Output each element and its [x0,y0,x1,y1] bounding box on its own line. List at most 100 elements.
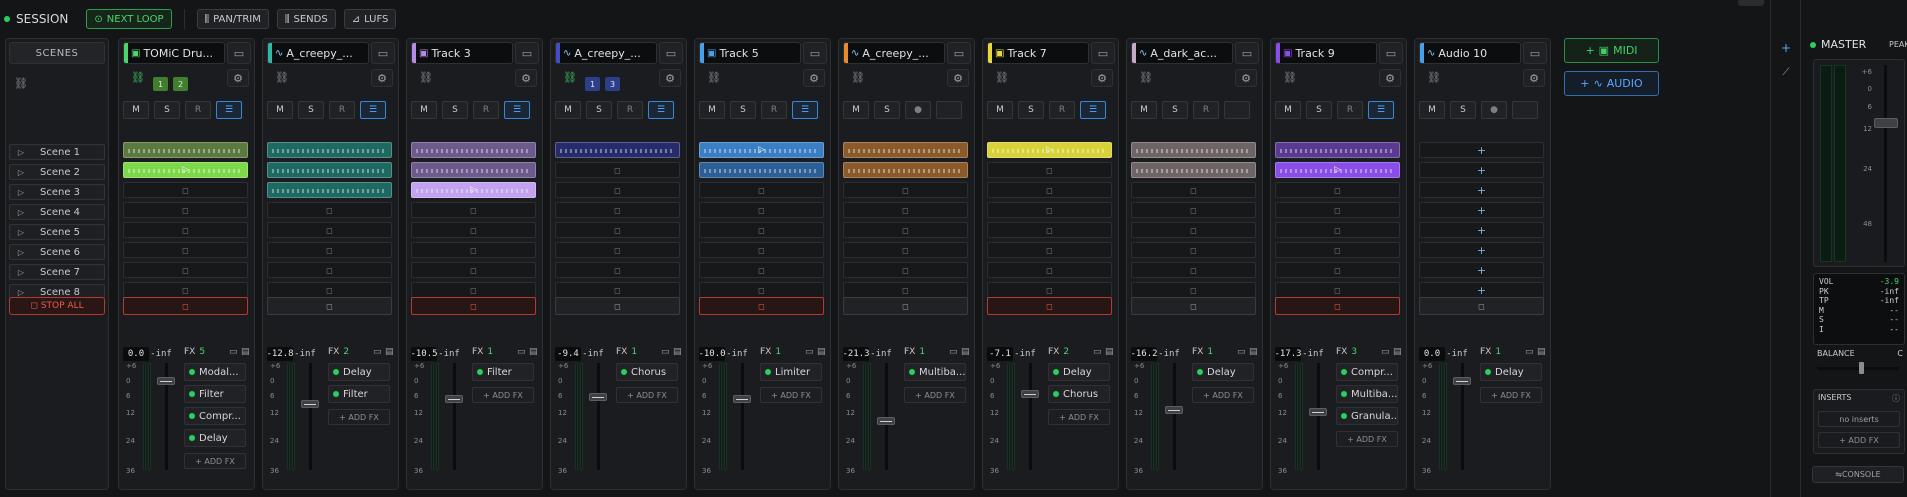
fx-active-dot[interactable] [333,369,339,375]
add-clip-icon[interactable]: + [1477,244,1486,257]
clip-slot-filled[interactable] [555,142,680,158]
play-triangle-icon[interactable]: ▷ [10,268,32,277]
solo-button[interactable]: S [442,101,468,119]
folder-icon[interactable]: ▭ [661,347,670,357]
clip-slot-empty[interactable]: ◻ [1131,262,1256,278]
fx-active-dot[interactable] [1053,391,1059,397]
add-midi-track-button[interactable]: + ▣ MIDI [1564,38,1659,63]
mute-button[interactable]: M [1131,101,1157,119]
track-stop-button[interactable]: ◻ [1275,297,1400,315]
clip-slot-empty[interactable]: ◻ [699,242,824,258]
clip-slot-empty[interactable]: ◻ [843,202,968,218]
record-arm-button[interactable]: R [1337,101,1363,119]
track-stop-button[interactable]: ◻ [555,297,680,315]
window-tab-handle[interactable] [1738,0,1764,6]
folder-icon[interactable]: ▭ [1237,347,1246,357]
clip-slot-empty[interactable]: ◻ [555,242,680,258]
volume-fader-knob[interactable] [301,400,319,409]
add-fx-button[interactable]: + ADD FX [1192,387,1254,403]
gear-icon[interactable]: ⚙ [1379,69,1401,87]
clip-slot-empty[interactable]: ◻ [555,282,680,298]
link-icon[interactable]: ⛓ [995,71,1009,84]
record-arm-button[interactable]: R [329,101,355,119]
add-audio-track-button[interactable]: + ∿ AUDIO [1564,71,1659,96]
clip-slot-empty[interactable]: ◻ [123,282,248,298]
clip-slot-empty[interactable]: ◻ [1131,282,1256,298]
solo-button[interactable]: S [1018,101,1044,119]
clip-slot-empty[interactable]: ◻ [987,242,1112,258]
play-icon[interactable]: ▷ [758,145,765,155]
track-stop-button[interactable]: ◻ [843,297,968,315]
volume-fader-knob[interactable] [445,395,463,404]
folder-icon[interactable]: ▭ [371,42,395,64]
track-header[interactable]: ▣ Track 9 [1275,42,1377,64]
clip-slot-empty[interactable]: ◻ [1131,202,1256,218]
clip-slot-filled[interactable] [411,142,536,158]
gear-icon[interactable]: ⚙ [371,69,393,87]
clip-slot-empty[interactable]: ◻ [267,282,392,298]
record-arm-button[interactable]: R [473,101,499,119]
fx-active-dot[interactable] [621,369,627,375]
clip-slot-empty[interactable]: ◻ [987,202,1112,218]
clip-slot-filled[interactable] [267,142,392,158]
folder-icon[interactable]: ▭ [1523,42,1547,64]
clip-slot-empty[interactable]: ◻ [843,262,968,278]
add-fx-button[interactable]: + ADD FX [1048,409,1110,425]
clip-slot-empty[interactable]: ◻ [843,242,968,258]
track-stop-button[interactable]: ◻ [123,297,248,315]
add-clip-icon[interactable]: + [1477,164,1486,177]
clip-slot-empty[interactable]: ◻ [699,282,824,298]
pan-trim-button[interactable]: ⫼ PAN/TRIM [196,9,269,29]
monitor-button[interactable]: ☰ [504,101,530,119]
fx-active-dot[interactable] [1197,369,1203,375]
volume-fader-knob[interactable] [1453,376,1471,385]
fx-item[interactable]: Granula... [1336,407,1398,425]
clip-slot-empty[interactable]: ◻ [699,222,824,238]
lufs-button[interactable]: ⊿ LUFS [343,9,397,29]
track-header[interactable]: ∿ A_creepy_... [843,42,945,64]
clip-slot-filled[interactable] [699,162,824,178]
clip-slot-empty[interactable]: ◻ [699,262,824,278]
sends-button[interactable]: ⫼ SENDS [276,9,336,29]
save-icon[interactable]: ▤ [385,347,394,357]
fx-item[interactable]: Filter [328,385,390,403]
fx-active-dot[interactable] [189,369,195,375]
save-icon[interactable]: ▤ [961,347,970,357]
clip-slot-empty[interactable]: ◻ [267,262,392,278]
play-triangle-icon[interactable]: ▷ [10,208,32,217]
fx-active-dot[interactable] [765,369,771,375]
volume-readout[interactable]: -7.1 [987,347,1013,361]
link-icon[interactable]: ⛓ [14,77,28,90]
route-icon[interactable]: ⟋ [1774,63,1798,81]
add-fx-button[interactable]: + ADD FX [760,387,822,403]
link-icon[interactable]: ⛓ [1139,71,1153,84]
fx-item[interactable]: Limiter [760,363,822,381]
fx-active-dot[interactable] [477,369,483,375]
fx-active-dot[interactable] [909,369,915,375]
clip-slot-empty[interactable]: ◻ [555,162,680,178]
clip-slot-empty[interactable]: ◻ [987,262,1112,278]
solo-button[interactable]: S [730,101,756,119]
clip-slot-empty[interactable]: ◻ [1275,202,1400,218]
monitor-off-button[interactable] [936,101,962,119]
play-icon[interactable]: ▷ [470,185,477,195]
folder-icon[interactable]: ▭ [1381,347,1390,357]
volume-fader-knob[interactable] [1165,405,1183,414]
clip-slot-empty[interactable]: ◻ [267,222,392,238]
gear-icon[interactable]: ⚙ [947,69,969,87]
clip-slot-empty[interactable]: ◻ [987,162,1112,178]
clip-slot-empty[interactable]: ◻ [555,182,680,198]
play-triangle-icon[interactable]: ▷ [10,188,32,197]
volume-fader-knob[interactable] [877,416,895,425]
monitor-button[interactable]: ☰ [1368,101,1394,119]
clip-slot-empty[interactable]: ◻ [1131,182,1256,198]
folder-icon[interactable]: ▭ [229,347,238,357]
clip-slot-empty[interactable]: ◻ [123,262,248,278]
play-triangle-icon[interactable]: ▷ [10,288,32,297]
play-triangle-icon[interactable]: ▷ [10,228,32,237]
group-chip[interactable]: 2 [173,77,188,91]
fx-item[interactable]: Compr... [184,407,246,425]
volume-fader-knob[interactable] [733,395,751,404]
clip-slot-empty[interactable]: ◻ [1275,222,1400,238]
fx-item[interactable]: Delay [1192,363,1254,381]
